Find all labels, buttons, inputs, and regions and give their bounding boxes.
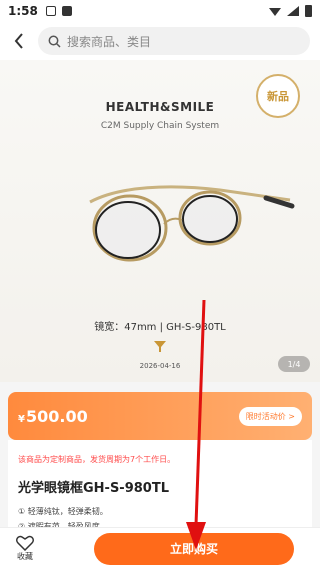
- image-pager: 1/4: [278, 356, 310, 372]
- brand-subtitle: C2M Supply Chain System: [100, 121, 220, 131]
- wifi-icon: [269, 8, 281, 16]
- price: ¥500.00: [18, 407, 88, 426]
- header: 搜索商品、类目: [0, 22, 320, 60]
- glasses-image: [89, 185, 295, 262]
- price-currency: ¥: [18, 413, 25, 425]
- price-amount: 500.00: [25, 406, 88, 426]
- app-notification-icon: [61, 6, 72, 16]
- status-right: [269, 5, 312, 17]
- search-placeholder: 搜索商品、类目: [67, 34, 152, 49]
- notification-icon: [45, 6, 56, 16]
- image-date: 2026-04-16: [139, 362, 181, 370]
- product-title: 光学眼镜框GH-S-980TL: [18, 481, 169, 496]
- favorite-button[interactable]: 收藏: [8, 535, 42, 562]
- feature-item: ① 轻薄纯钛，轻弹柔韧。: [18, 507, 108, 516]
- search-icon: [48, 35, 61, 48]
- price-card: ¥500.00 限时活动价 >: [8, 392, 312, 440]
- search-input[interactable]: 搜索商品、类目: [38, 27, 310, 55]
- limited-time-price-button[interactable]: 限时活动价 >: [238, 406, 302, 426]
- chevron-left-icon: [14, 33, 23, 49]
- status-time: 1:58: [8, 4, 38, 18]
- brand-logo-icon: [154, 341, 166, 352]
- signal-icon: [287, 6, 299, 16]
- heart-plus-icon: [16, 535, 34, 551]
- custom-notice: 该商品为定制商品，发货周期为7个工作日。: [18, 455, 176, 464]
- bottom-action-bar: 收藏 立即购买: [0, 527, 320, 569]
- product-spec: 镜宽：47mm | GH-S-980TL: [94, 322, 226, 333]
- back-button[interactable]: [10, 32, 28, 50]
- battery-icon: [305, 5, 312, 17]
- brand-title: HEALTH&SMILE: [105, 100, 215, 114]
- product-info: 该商品为定制商品，发货周期为7个工作日。 光学眼镜框GH-S-980TL ① 轻…: [8, 440, 312, 540]
- buy-now-button[interactable]: 立即购买: [94, 532, 294, 565]
- favorite-label: 收藏: [17, 552, 33, 561]
- status-bar: 1:58: [0, 0, 320, 22]
